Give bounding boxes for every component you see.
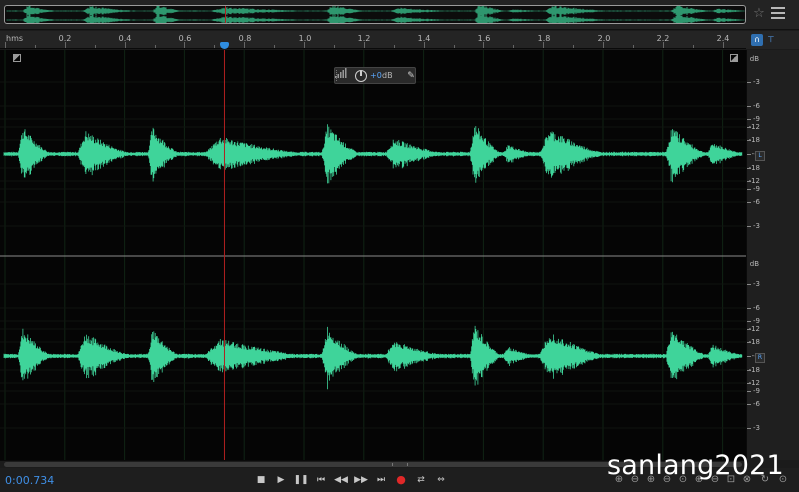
ruler-tick	[244, 42, 246, 48]
panel-menu-icon[interactable]	[771, 7, 785, 21]
playhead-handle[interactable]	[220, 42, 229, 49]
ruler-tick	[363, 42, 365, 48]
ruler-tick	[632, 45, 634, 48]
db-scale-tick	[747, 181, 751, 182]
ruler-tick	[662, 42, 664, 48]
ruler-tick-label: 1.0	[298, 34, 312, 43]
rewind-button[interactable]: ◀◀	[333, 472, 349, 488]
ruler-tick	[34, 45, 36, 48]
ruler-tick	[214, 45, 216, 48]
db-scale-tick	[747, 154, 751, 155]
go-to-start-button[interactable]: ⏮	[313, 472, 329, 488]
db-scale-tick	[747, 140, 751, 141]
overview-playhead	[225, 6, 226, 23]
marker-pin-icon[interactable]: ⊤	[765, 34, 777, 46]
ruler-tick	[543, 42, 545, 48]
db-scale-tick	[747, 82, 751, 83]
db-scale-tick	[747, 127, 751, 128]
level-bars-icon	[335, 68, 347, 78]
loop-button[interactable]: ⇄	[413, 472, 429, 488]
waveform-channel	[3, 124, 743, 184]
pause-button[interactable]: ❚❚	[293, 472, 309, 488]
channel-left-badge[interactable]: L	[755, 151, 765, 161]
ruler-tick	[94, 45, 96, 48]
skip-button[interactable]: ⇔	[433, 472, 449, 488]
ruler-tick	[453, 45, 455, 48]
db-unit-label: dB	[749, 260, 759, 268]
volume-knob[interactable]	[355, 70, 367, 82]
waveform-channel	[3, 325, 743, 390]
ruler-tick	[513, 45, 515, 48]
ruler-tick	[483, 42, 485, 48]
record-button[interactable]: ●	[393, 472, 409, 488]
ruler-tick	[722, 42, 724, 48]
channel-right-badge[interactable]: R	[755, 353, 765, 363]
time-ruler[interactable]: hms 0.2 0.4 0.6 0.8 1.0 1.2 1.4 1.6 1.8 …	[0, 31, 746, 49]
pin-icon[interactable]: ✎	[405, 70, 417, 82]
db-scale-tick	[747, 284, 751, 285]
overview-waveform	[6, 6, 745, 23]
fast-forward-button[interactable]: ▶▶	[353, 472, 369, 488]
db-scale-tick	[747, 202, 751, 203]
stop-button[interactable]: ■	[253, 472, 269, 488]
overview-waveform-path	[6, 6, 745, 23]
db-scale-tick	[747, 370, 751, 371]
db-scale-tick	[747, 342, 751, 343]
ruler-tick	[423, 42, 425, 48]
ruler-tick	[692, 45, 694, 48]
ruler-tick	[5, 42, 6, 48]
ruler-tick	[184, 42, 186, 48]
watermark-text: sanlang2021	[607, 450, 784, 481]
ruler-tick	[124, 42, 126, 48]
headphone-icon[interactable]: ∩	[751, 34, 763, 46]
scrollbar-grip-icon	[392, 463, 408, 466]
ruler-tick	[154, 45, 156, 48]
ruler-controls: ∩ ⊤	[746, 31, 799, 49]
db-scale-tick	[747, 226, 751, 227]
volume-value[interactable]: +0	[370, 71, 382, 80]
db-scale-tick	[747, 308, 751, 309]
ruler-tick	[274, 45, 276, 48]
db-scale-tick	[747, 383, 751, 384]
db-scale-tick	[747, 321, 751, 322]
volume-unit: dB	[382, 71, 393, 80]
db-scale-tick	[747, 391, 751, 392]
db-scale-tick	[747, 428, 751, 429]
db-scale-tick	[747, 329, 751, 330]
db-unit-label: dB	[749, 55, 759, 63]
waveform-canvas	[0, 50, 746, 460]
play-button[interactable]: ▶	[273, 472, 289, 488]
hud-volume-control: +0 dB ✎	[334, 67, 416, 84]
overview-panel: ☆	[0, 0, 799, 30]
ruler-tick-label: 2.0	[597, 34, 611, 43]
go-to-end-button[interactable]: ⏭	[373, 472, 389, 488]
db-scale-tick	[747, 404, 751, 405]
db-scale-tick	[747, 356, 751, 357]
db-scale-tick	[747, 168, 751, 169]
ruler-tick	[393, 45, 395, 48]
ruler-tick	[573, 45, 575, 48]
fade-in-handle-icon[interactable]	[13, 54, 21, 62]
current-time-display[interactable]: 0:00.734	[5, 474, 54, 487]
overview-track[interactable]	[4, 5, 746, 24]
ruler-tick	[304, 42, 305, 48]
fade-out-handle-icon[interactable]	[730, 54, 738, 62]
favorite-star-icon[interactable]: ☆	[752, 6, 766, 22]
ruler-tick	[64, 42, 66, 48]
ruler-tick	[603, 42, 604, 48]
ruler-tick	[333, 45, 335, 48]
db-scale-tick	[747, 119, 751, 120]
ruler-unit-label: hms	[6, 34, 24, 43]
db-scale-tick	[747, 189, 751, 190]
waveform-editor[interactable]: +0 dB ✎	[0, 50, 746, 460]
db-scale-tick	[747, 106, 751, 107]
db-scale: dB-3-6-9-12-18-∞-18-12-9-6-3 dB-3-6-9-12…	[746, 50, 799, 460]
